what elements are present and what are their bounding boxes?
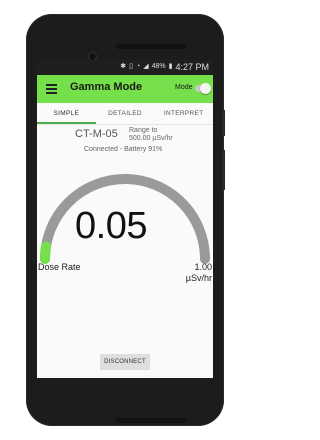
tab-bar: SIMPLE DETAILED INTERPRET	[37, 103, 213, 125]
signal-icon: ◢	[143, 63, 149, 70]
earpiece-speaker	[116, 44, 186, 49]
tab-interpret[interactable]: INTERPRET	[154, 103, 213, 124]
range-value: 500.00 µSv/hr	[129, 135, 173, 142]
menu-icon[interactable]	[46, 84, 57, 94]
gauge-max-value: 1.00	[194, 262, 212, 272]
tab-detailed[interactable]: DETAILED	[96, 103, 155, 124]
mode-label: Mode	[175, 84, 193, 91]
mode-toggle[interactable]	[195, 83, 211, 94]
gauge-fill	[39, 241, 51, 264]
bluetooth-icon: ✱	[120, 63, 127, 70]
dose-value: 0.05	[75, 205, 147, 247]
bottom-speaker	[116, 418, 186, 423]
battery-icon: ▮	[168, 63, 173, 70]
app-title: Gamma Mode	[70, 81, 143, 93]
app-bar: Gamma Mode Mode	[37, 75, 213, 103]
status-bar: ✱ ▯ ◔ ◢ 48% ▮ 4:27 PM	[37, 60, 213, 75]
gauge-label-dose-rate: Dose Rate	[38, 262, 81, 272]
device-id: CT-M-05	[75, 128, 118, 140]
power-button	[222, 110, 225, 136]
wifi-icon: ◔	[135, 63, 141, 70]
toggle-knob	[200, 83, 211, 94]
gauge-max-label: 1.00 µSv/hr	[186, 262, 212, 284]
range-label: Range to	[129, 127, 158, 134]
battery-level: 48%	[151, 63, 166, 70]
disconnect-button[interactable]: DISCONNECT	[100, 354, 150, 370]
connection-status: Connected - Battery 91%	[84, 146, 163, 153]
tab-simple[interactable]: SIMPLE	[37, 103, 96, 124]
volume-button	[222, 150, 225, 190]
gauge-max-unit: µSv/hr	[185, 273, 212, 283]
vibrate-icon: ▯	[129, 63, 133, 70]
app-screen: ✱ ▯ ◔ ◢ 48% ▮ 4:27 PM Gamma Mode Mode SI…	[37, 60, 213, 378]
range-info: Range to 500.00 µSv/hr	[129, 127, 173, 143]
status-time: 4:27 PM	[175, 62, 209, 72]
